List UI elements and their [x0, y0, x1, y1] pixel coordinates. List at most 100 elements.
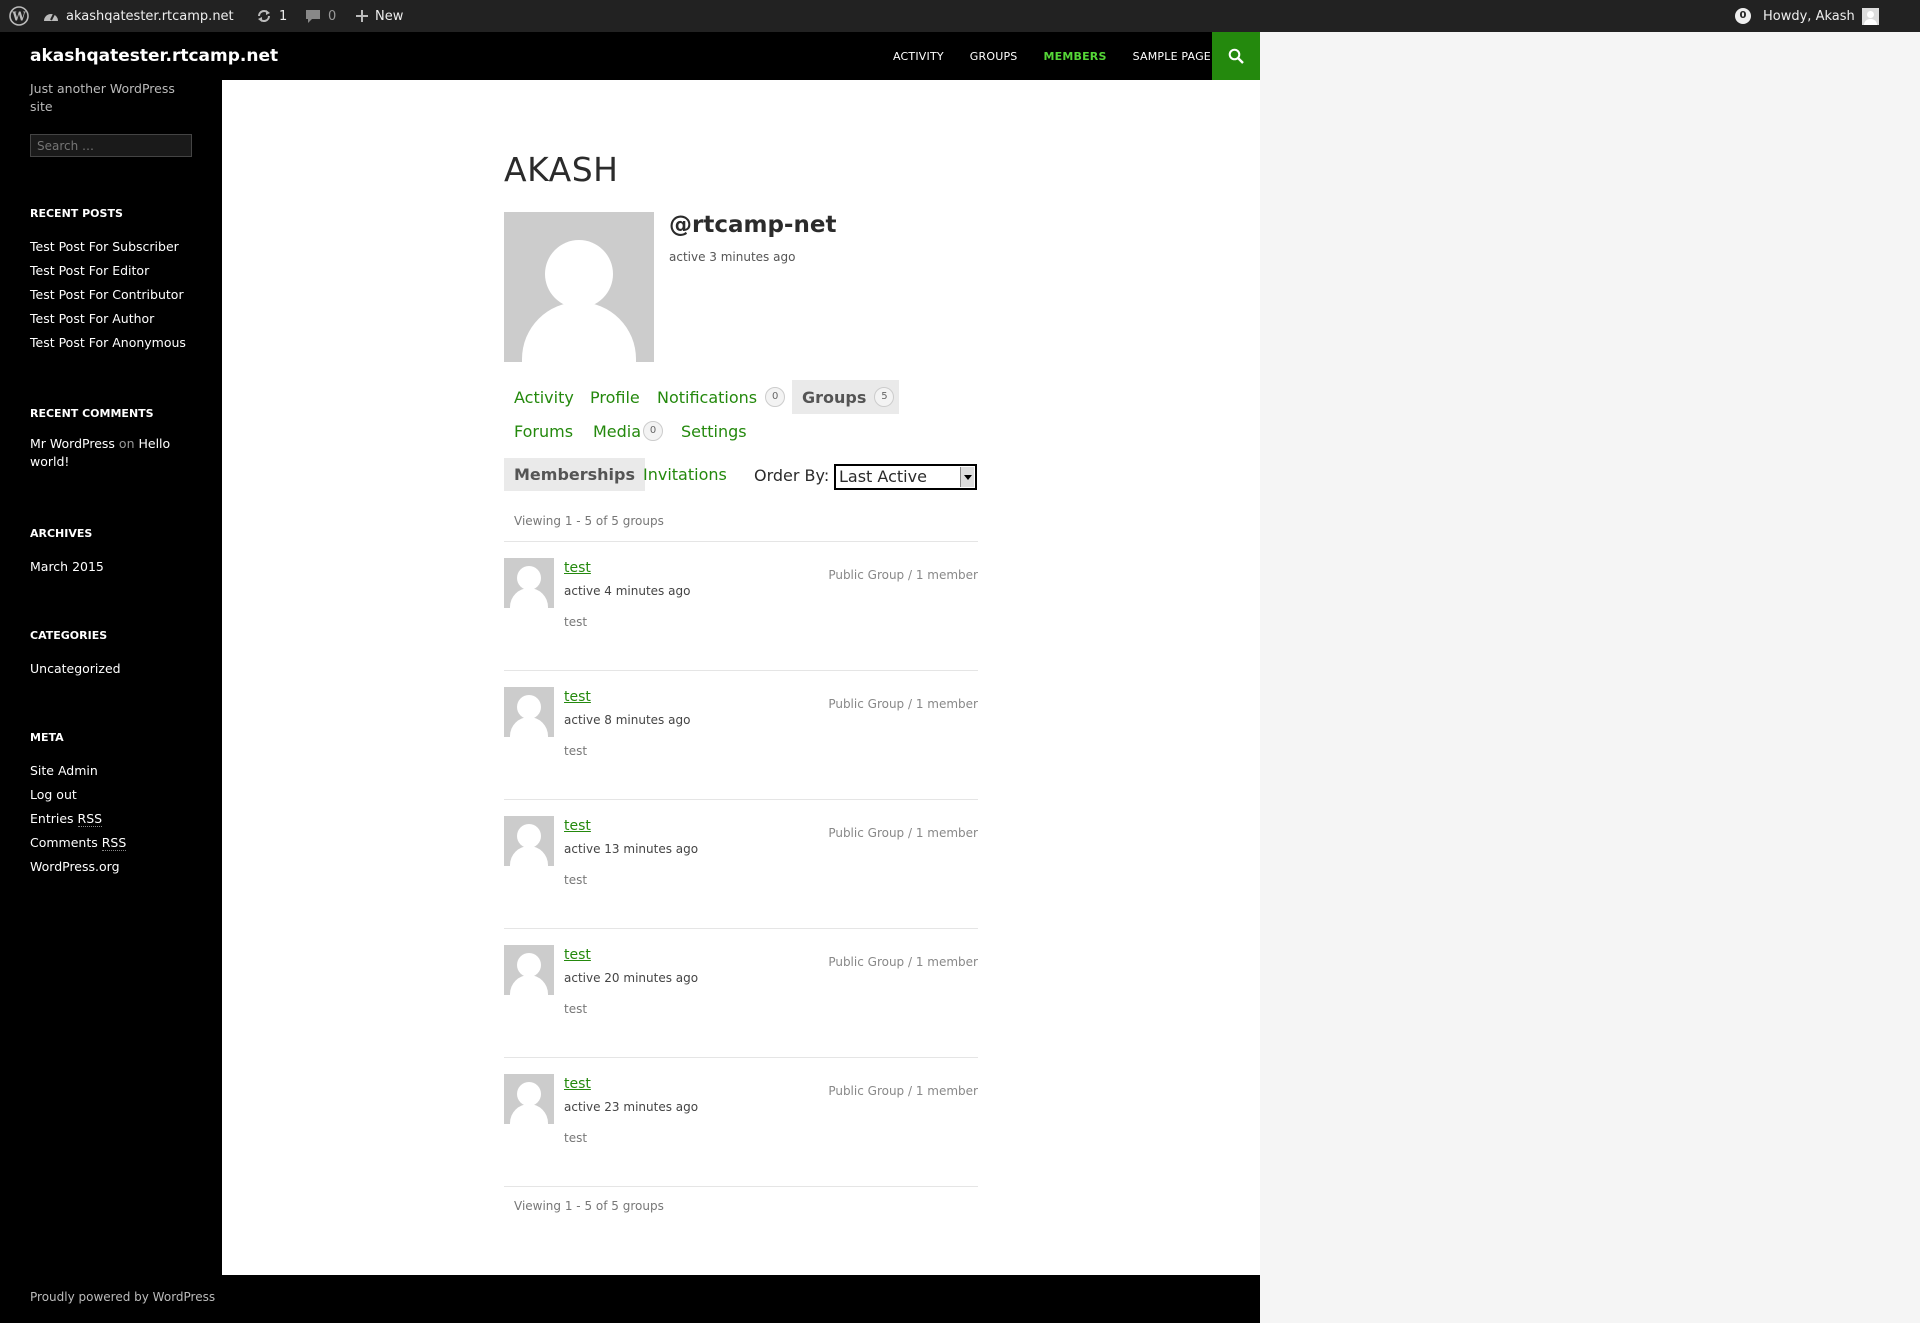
widget-title: ARCHIVES: [30, 527, 93, 540]
notifications-count-badge: 0: [1735, 8, 1751, 24]
order-by-select[interactable]: Last Active: [834, 464, 977, 490]
order-by-value: Last Active: [839, 467, 927, 486]
footer-credit-link[interactable]: Proudly powered by WordPress: [30, 1290, 215, 1304]
group-avatar[interactable]: [504, 816, 554, 866]
group-list-item: test active 20 minutes ago test Public G…: [504, 945, 978, 1074]
updates-count: 1: [279, 8, 288, 24]
group-avatar[interactable]: [504, 945, 554, 995]
recent-post-link[interactable]: Test Post For Subscriber: [30, 235, 210, 259]
divider: [504, 670, 978, 671]
group-meta: Public Group / 1 member: [828, 568, 978, 582]
tab-settings[interactable]: Settings: [671, 414, 757, 448]
recent-post-link[interactable]: Test Post For Editor: [30, 259, 210, 283]
entries-label: Entries: [30, 811, 74, 826]
tab-label: Settings: [681, 421, 747, 441]
updates-icon: [258, 10, 270, 22]
log-out-link[interactable]: Log out: [30, 783, 210, 807]
group-name-link[interactable]: test: [564, 560, 591, 576]
categories-widget: CATEGORIES Uncategorized: [30, 629, 210, 681]
profile-last-active: active 3 minutes ago: [669, 250, 796, 264]
tab-forums[interactable]: Forums: [504, 414, 583, 448]
group-description: test: [564, 873, 588, 887]
updates-link[interactable]: 1: [256, 0, 287, 32]
subtab-label: Invitations: [643, 465, 727, 484]
comment-author-link[interactable]: Mr WordPress: [30, 436, 115, 451]
group-description: test: [564, 615, 588, 629]
profile-avatar[interactable]: [504, 212, 654, 362]
recent-comments-widget: RECENT COMMENTS Mr WordPress on Hello wo…: [30, 407, 180, 471]
my-account-link[interactable]: Howdy, Akash: [1763, 0, 1879, 32]
comments-link[interactable]: 0: [305, 0, 336, 32]
plus-icon: [356, 10, 368, 22]
nav-item-groups[interactable]: GROUPS: [970, 50, 1018, 63]
wordpress-logo-icon[interactable]: W: [9, 0, 29, 32]
pagination-count-bottom: Viewing 1 - 5 of 5 groups: [514, 1199, 664, 1213]
page-title: AKASH: [504, 150, 619, 189]
tab-notifications[interactable]: Notifications 0: [647, 380, 795, 414]
comments-rss-link[interactable]: Comments RSS: [30, 831, 210, 855]
entries-rss-link[interactable]: Entries RSS: [30, 807, 210, 831]
new-label: New: [375, 8, 404, 24]
tab-activity[interactable]: Activity: [504, 380, 584, 414]
wordpress-org-link[interactable]: WordPress.org: [30, 855, 210, 879]
subtab-invitations[interactable]: Invitations: [633, 458, 737, 491]
tab-label: Activity: [514, 387, 574, 407]
admin-bar-site-link[interactable]: akashqatester.rtcamp.net: [43, 0, 234, 32]
group-description: test: [564, 1002, 588, 1016]
group-name-link[interactable]: test: [564, 1076, 591, 1092]
widget-title: CATEGORIES: [30, 629, 108, 642]
divider: [504, 799, 978, 800]
groups-count-badge: 5: [874, 387, 895, 407]
tab-profile[interactable]: Profile: [580, 380, 650, 414]
group-meta: Public Group / 1 member: [828, 955, 978, 969]
group-name-link[interactable]: test: [564, 818, 591, 834]
tab-label: Forums: [514, 421, 574, 441]
group-avatar[interactable]: [504, 687, 554, 737]
widget-title: RECENT POSTS: [30, 207, 123, 220]
primary-navigation: ACTIVITY GROUPS MEMBERS SAMPLE PAGE: [893, 32, 1211, 80]
nav-item-members[interactable]: MEMBERS: [1044, 50, 1107, 63]
group-name-link[interactable]: test: [564, 947, 591, 963]
group-avatar[interactable]: [504, 558, 554, 608]
search-toggle-button[interactable]: [1212, 32, 1260, 80]
recent-post-link[interactable]: Test Post For Author: [30, 307, 210, 331]
subtab-memberships[interactable]: Memberships: [504, 458, 646, 491]
howdy-text: Howdy, Akash: [1763, 8, 1855, 24]
sidebar-search-input[interactable]: [30, 134, 192, 157]
tab-label: Media: [593, 421, 642, 441]
tab-media[interactable]: Media 0: [583, 414, 673, 448]
svg-text:W: W: [11, 10, 26, 24]
nav-item-sample-page[interactable]: SAMPLE PAGE: [1133, 50, 1211, 63]
site-title[interactable]: akashqatester.rtcamp.net: [30, 46, 278, 66]
recent-post-link[interactable]: Test Post For Contributor: [30, 283, 210, 307]
tab-label: Profile: [590, 387, 640, 407]
group-list-item: test active 23 minutes ago test Public G…: [504, 1074, 978, 1203]
group-list-item: test active 8 minutes ago test Public Gr…: [504, 687, 978, 816]
archive-link[interactable]: March 2015: [30, 555, 210, 579]
new-content-link[interactable]: New: [356, 0, 403, 32]
comments-label: Comments: [30, 835, 98, 850]
group-meta: Public Group / 1 member: [828, 1084, 978, 1098]
tab-label: Notifications: [657, 387, 758, 407]
group-meta: Public Group / 1 member: [828, 826, 978, 840]
group-last-active: active 8 minutes ago: [564, 713, 691, 727]
group-description: test: [564, 1131, 588, 1145]
group-last-active: active 20 minutes ago: [564, 971, 699, 985]
notifications-link[interactable]: 0: [1735, 0, 1751, 32]
category-link[interactable]: Uncategorized: [30, 657, 210, 681]
recent-comment-item: Mr WordPress on Hello world!: [30, 435, 180, 471]
group-name-link[interactable]: test: [564, 689, 591, 705]
comment-icon: [306, 9, 320, 23]
tab-groups[interactable]: Groups 5: [792, 380, 899, 414]
recent-post-link[interactable]: Test Post For Anonymous: [30, 331, 210, 355]
group-list-item: test active 4 minutes ago test Public Gr…: [504, 558, 978, 687]
group-avatar[interactable]: [504, 1074, 554, 1124]
admin-bar-site-name: akashqatester.rtcamp.net: [66, 8, 234, 24]
site-admin-link[interactable]: Site Admin: [30, 759, 210, 783]
nav-item-activity[interactable]: ACTIVITY: [893, 50, 944, 63]
comments-count: 0: [328, 8, 337, 24]
comment-on-text: on: [118, 436, 135, 451]
group-description: test: [564, 744, 588, 758]
tab-label: Groups: [802, 387, 867, 407]
order-by-label: Order By:: [754, 466, 830, 485]
